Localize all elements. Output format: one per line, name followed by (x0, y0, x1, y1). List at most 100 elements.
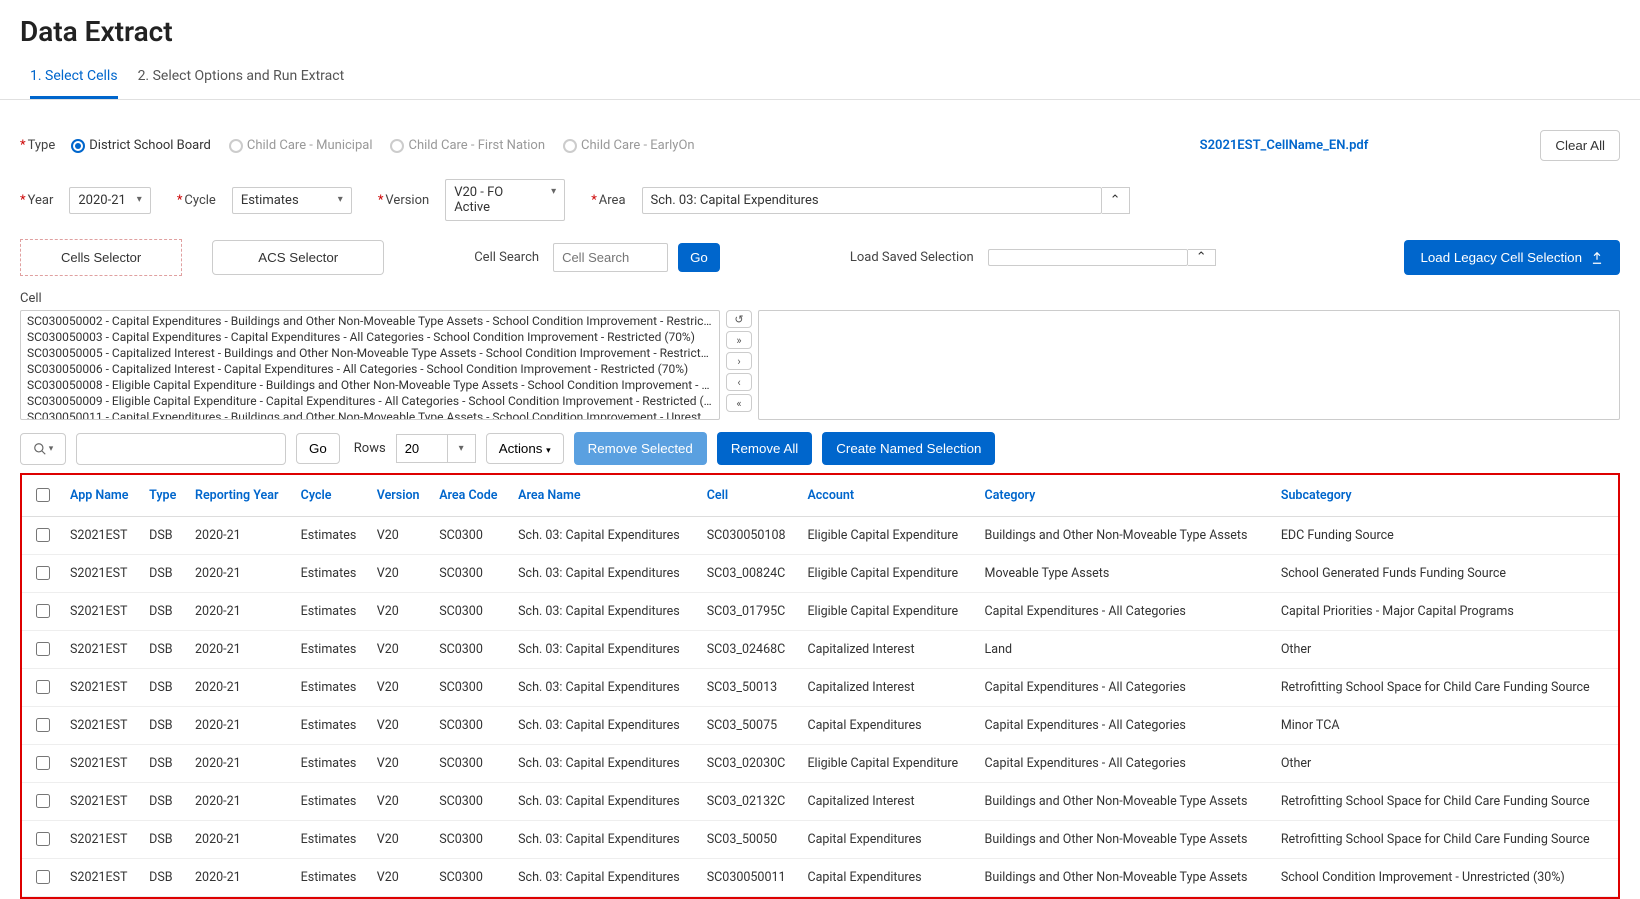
cycle-select[interactable]: Estimates (232, 187, 352, 214)
table-cell: DSB (141, 707, 187, 745)
tab-select-cells[interactable]: 1. Select Cells (30, 58, 118, 99)
table-cell: 2020-21 (187, 745, 293, 783)
shuttle-move-all-right-button[interactable]: » (726, 331, 752, 349)
radio-cc-municipal[interactable]: Child Care - Municipal (229, 138, 373, 153)
acs-selector-button[interactable]: ACS Selector (212, 240, 384, 275)
table-cell: Capital Expenditures - All Categories (977, 745, 1273, 783)
cell-listbox-left[interactable]: SC030050002 - Capital Expenditures - Bui… (20, 310, 720, 420)
row-checkbox[interactable] (36, 642, 50, 656)
cell-listbox-right[interactable] (758, 310, 1620, 420)
table-cell: SC0300 (431, 821, 510, 859)
table-cell: Sch. 03: Capital Expenditures (510, 859, 699, 897)
table-cell: V20 (369, 555, 431, 593)
table-cell: 2020-21 (187, 517, 293, 555)
tab-select-options[interactable]: 2. Select Options and Run Extract (138, 58, 345, 99)
row-checkbox-cell (22, 783, 62, 821)
list-item[interactable]: SC030050011 - Capital Expenditures - Bui… (21, 409, 719, 420)
shuttle-reset-button[interactable]: ↺ (726, 310, 752, 328)
year-select[interactable]: 2020-21 (69, 187, 150, 214)
chevron-up-icon: ⌃ (1110, 193, 1121, 208)
list-item[interactable]: SC030050005 - Capitalized Interest - Bui… (21, 345, 719, 361)
row-checkbox[interactable] (36, 794, 50, 808)
version-select[interactable]: V20 - FO Active (445, 179, 565, 221)
table-cell: S2021EST (62, 859, 141, 897)
upload-icon (1590, 251, 1604, 265)
actions-button[interactable]: Actions ▾ (486, 433, 564, 464)
row-checkbox[interactable] (36, 566, 50, 580)
table-cell: V20 (369, 859, 431, 897)
table-cell: V20 (369, 593, 431, 631)
cell-search-input[interactable] (553, 243, 668, 272)
select-all-checkbox[interactable] (36, 488, 50, 502)
column-header[interactable]: Category (977, 475, 1273, 517)
area-chevron[interactable]: ⌃ (1102, 187, 1130, 214)
shuttle-move-all-left-button[interactable]: « (726, 394, 752, 412)
table-cell: School Condition Improvement - Unrestric… (1273, 859, 1618, 897)
table-cell: Sch. 03: Capital Expenditures (510, 783, 699, 821)
column-header[interactable]: Reporting Year (187, 475, 293, 517)
load-saved-select[interactable] (988, 249, 1188, 266)
radio-cc-first-nation[interactable]: Child Care - First Nation (390, 138, 545, 153)
create-named-selection-button[interactable]: Create Named Selection (822, 432, 995, 465)
row-checkbox-cell (22, 707, 62, 745)
select-all-header[interactable] (22, 475, 62, 517)
list-item[interactable]: SC030050008 - Eligible Capital Expenditu… (21, 377, 719, 393)
table-cell: Sch. 03: Capital Expenditures (510, 707, 699, 745)
pdf-link[interactable]: S2021EST_CellName_EN.pdf (1200, 138, 1369, 153)
row-checkbox-cell (22, 669, 62, 707)
row-checkbox[interactable] (36, 870, 50, 884)
shuttle-move-right-button[interactable]: › (726, 352, 752, 370)
table-cell: Capital Expenditures (799, 821, 976, 859)
row-checkbox[interactable] (36, 756, 50, 770)
column-header[interactable]: Type (141, 475, 187, 517)
clear-all-button[interactable]: Clear All (1540, 130, 1620, 161)
row-checkbox[interactable] (36, 832, 50, 846)
load-saved-chevron[interactable]: ⌃ (1188, 249, 1216, 266)
chevron-double-right-icon: » (736, 334, 741, 347)
row-checkbox-cell (22, 859, 62, 897)
column-header[interactable]: Area Name (510, 475, 699, 517)
column-header[interactable]: Cycle (293, 475, 369, 517)
row-checkbox[interactable] (36, 604, 50, 618)
area-select[interactable]: Sch. 03: Capital Expenditures (642, 187, 1102, 214)
load-legacy-button[interactable]: Load Legacy Cell Selection (1404, 240, 1620, 275)
table-cell: 2020-21 (187, 555, 293, 593)
type-label: *Type (20, 138, 55, 153)
table-cell: SC0300 (431, 745, 510, 783)
cell-search-label: Cell Search (474, 250, 539, 265)
row-checkbox[interactable] (36, 718, 50, 732)
list-item[interactable]: SC030050003 - Capital Expenditures - Cap… (21, 329, 719, 345)
shuttle-move-left-button[interactable]: ‹ (726, 373, 752, 391)
remove-selected-button[interactable]: Remove Selected (574, 432, 707, 465)
table-cell: Buildings and Other Non-Moveable Type As… (977, 859, 1273, 897)
table-cell: V20 (369, 783, 431, 821)
row-checkbox[interactable] (36, 680, 50, 694)
rows-chevron[interactable]: ▾ (448, 434, 476, 463)
radio-dsb[interactable]: District School Board (71, 138, 211, 153)
list-item[interactable]: SC030050009 - Eligible Capital Expenditu… (21, 393, 719, 409)
table-search-input[interactable] (76, 433, 286, 465)
column-header[interactable]: App Name (62, 475, 141, 517)
column-header[interactable]: Account (799, 475, 976, 517)
column-header[interactable]: Cell (699, 475, 800, 517)
rows-input[interactable] (396, 434, 448, 463)
table-cell: S2021EST (62, 555, 141, 593)
rows-label: Rows (354, 441, 386, 456)
list-item[interactable]: SC030050006 - Capitalized Interest - Cap… (21, 361, 719, 377)
column-header[interactable]: Subcategory (1273, 475, 1618, 517)
radio-cc-earlyon[interactable]: Child Care - EarlyOn (563, 138, 695, 153)
table-row: S2021ESTDSB2020-21EstimatesV20SC0300Sch.… (22, 631, 1618, 669)
reset-icon: ↺ (734, 313, 743, 326)
table-cell: Land (977, 631, 1273, 669)
column-header[interactable]: Area Code (431, 475, 510, 517)
list-item[interactable]: SC030050002 - Capital Expenditures - Bui… (21, 313, 719, 329)
table-cell: DSB (141, 745, 187, 783)
table-cell: V20 (369, 821, 431, 859)
remove-all-button[interactable]: Remove All (717, 432, 812, 465)
table-go-button[interactable]: Go (296, 433, 340, 464)
search-dropdown[interactable]: ▾ (20, 433, 66, 465)
row-checkbox[interactable] (36, 528, 50, 542)
column-header[interactable]: Version (369, 475, 431, 517)
cells-selector-button[interactable]: Cells Selector (20, 239, 182, 276)
cell-search-go-button[interactable]: Go (678, 243, 720, 272)
